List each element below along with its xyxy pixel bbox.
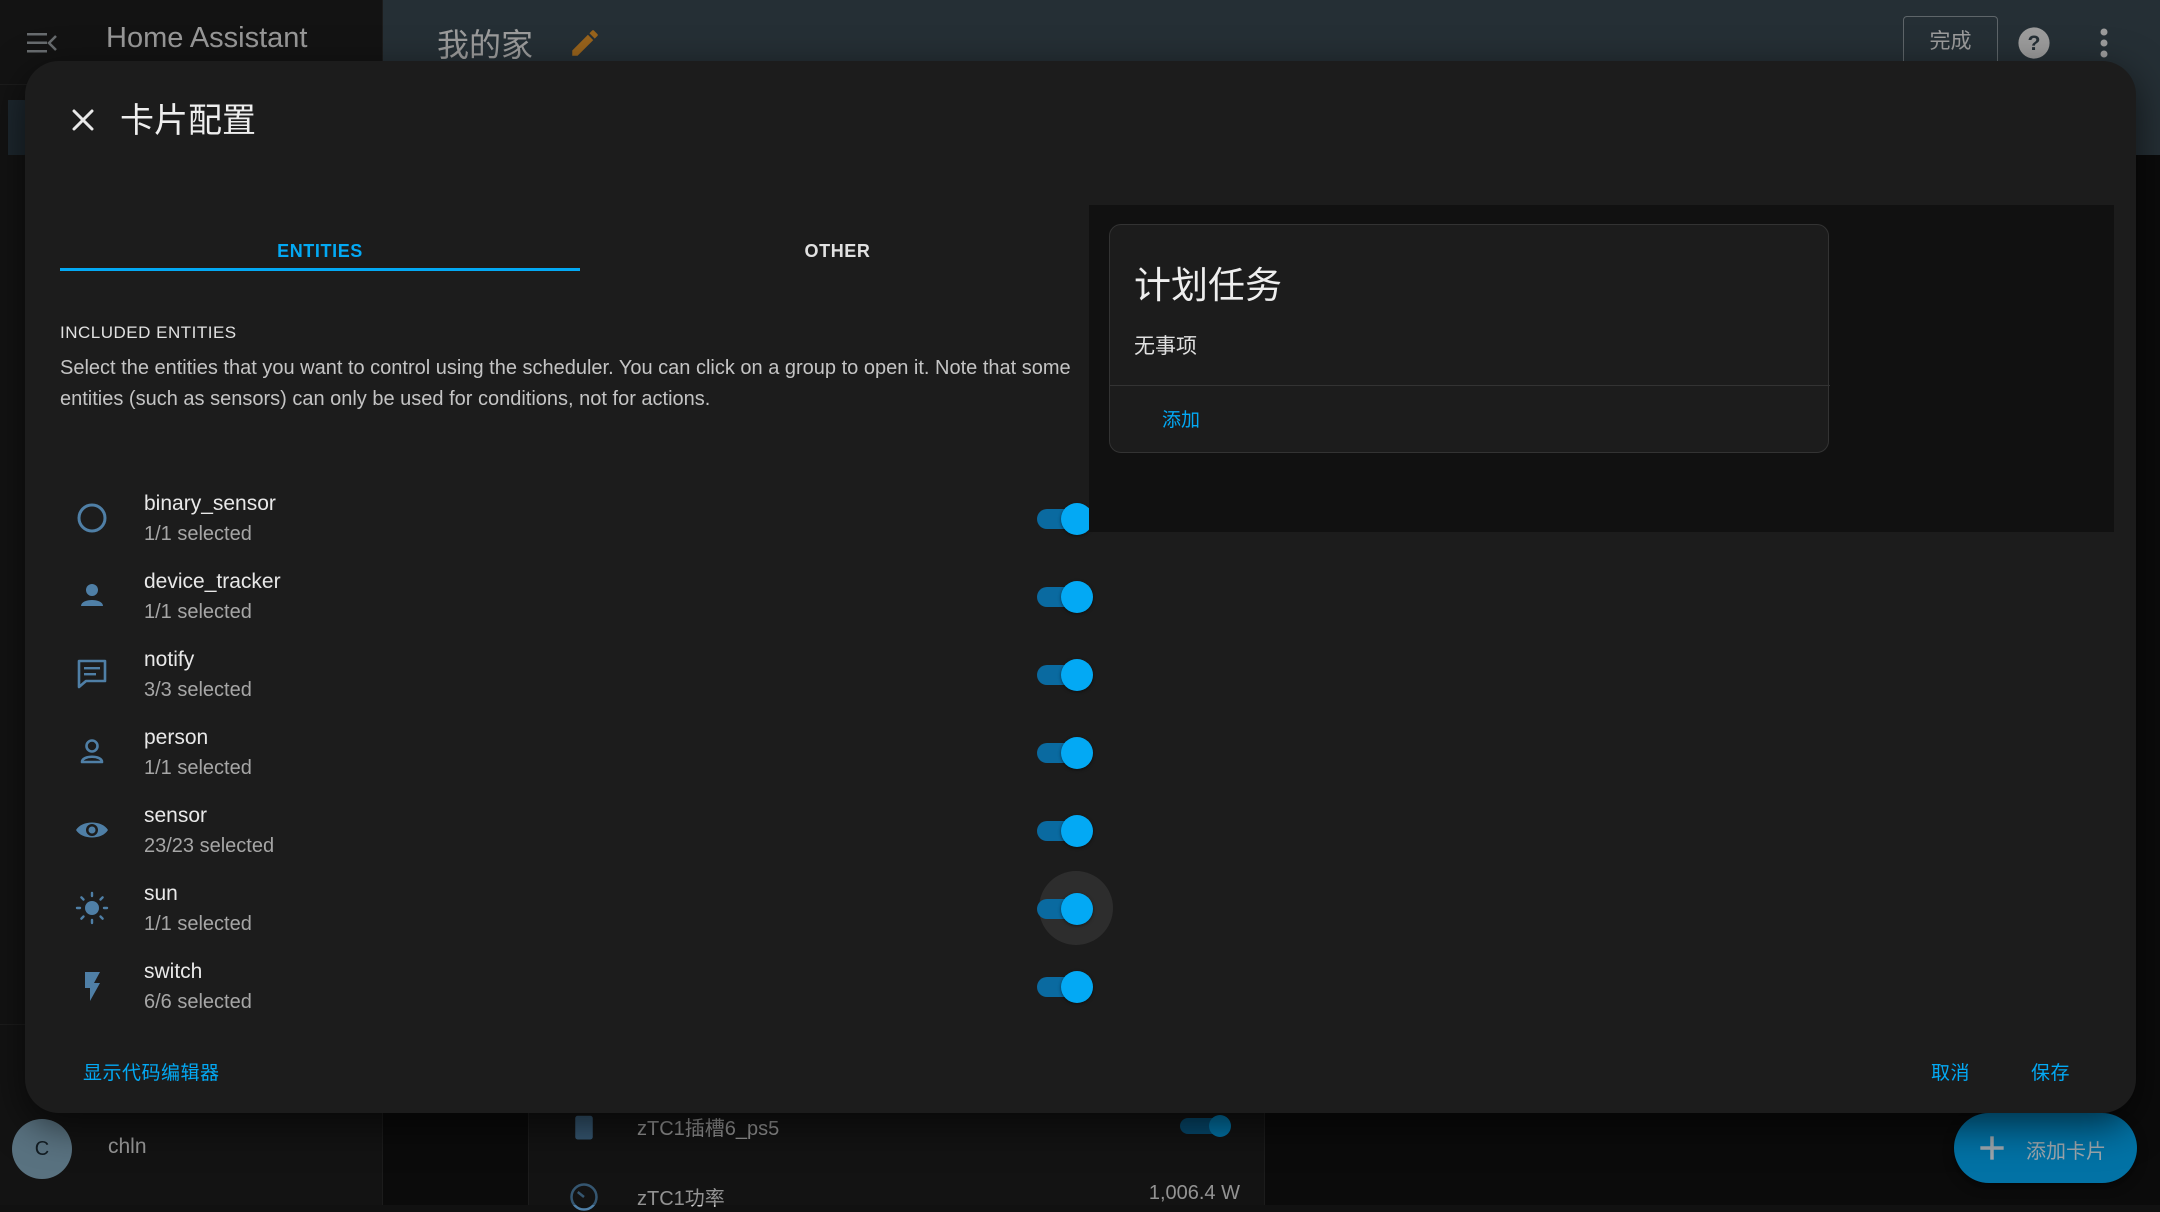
entity-toggle-sensor[interactable] bbox=[1037, 814, 1093, 848]
preview-add-button[interactable]: 添加 bbox=[1162, 405, 1200, 432]
show-code-editor-button[interactable]: 显示代码编辑器 bbox=[83, 1058, 220, 1085]
message-text-icon bbox=[77, 659, 107, 689]
entity-toggle-binary-sensor[interactable] bbox=[1037, 502, 1093, 536]
entity-toggle-sun[interactable] bbox=[1037, 871, 1113, 945]
entity-name: device_tracker bbox=[144, 570, 281, 593]
entity-row-device-tracker[interactable]: device_tracker 1/1 selected bbox=[60, 559, 1100, 637]
entity-name: switch bbox=[144, 960, 203, 983]
entity-name: notify bbox=[144, 648, 195, 671]
entity-name: sun bbox=[144, 882, 178, 905]
tab-entities[interactable]: ENTITIES bbox=[60, 211, 580, 271]
entity-row-switch[interactable]: switch 6/6 selected bbox=[60, 949, 1100, 1027]
toggle-thumb bbox=[1061, 581, 1093, 613]
scheduler-card-preview: 计划任务 无事项 添加 bbox=[1109, 224, 1830, 453]
toggle-thumb bbox=[1061, 737, 1093, 769]
cancel-button[interactable]: 取消 bbox=[1931, 1058, 1970, 1085]
entity-toggle-device-tracker[interactable] bbox=[1037, 580, 1093, 614]
entity-row-notify[interactable]: notify 3/3 selected bbox=[60, 637, 1100, 715]
entity-row-sun[interactable]: sun 1/1 selected bbox=[60, 871, 1113, 949]
entity-count: 23/23 selected bbox=[144, 835, 275, 857]
entity-row-sensor[interactable]: sensor 23/23 selected bbox=[60, 793, 1100, 871]
eye-icon bbox=[76, 822, 108, 838]
entity-name: sensor bbox=[144, 804, 208, 827]
entity-name: binary_sensor bbox=[144, 492, 276, 515]
tab-label: OTHER bbox=[804, 241, 871, 261]
card-config-dialog: 卡片配置 ENTITIES OTHER INCLUDED ENTITIES Se… bbox=[25, 61, 2136, 1113]
toggle-thumb bbox=[1061, 893, 1093, 925]
save-button[interactable]: 保存 bbox=[2031, 1058, 2070, 1085]
entity-toggle-person[interactable] bbox=[1037, 736, 1093, 770]
account-icon bbox=[81, 584, 103, 606]
preview-card-title: 计划任务 bbox=[1134, 265, 1282, 306]
toggle-thumb bbox=[1061, 659, 1093, 691]
preview-divider bbox=[1110, 385, 1830, 386]
tab-other[interactable]: OTHER bbox=[580, 211, 1095, 271]
preview-empty-text: 无事项 bbox=[1134, 335, 1197, 358]
entity-count: 6/6 selected bbox=[144, 991, 252, 1013]
entity-count: 1/1 selected bbox=[144, 523, 252, 545]
entity-list: binary_sensor 1/1 selected device_tracke… bbox=[60, 481, 1113, 1027]
dialog-title: 卡片配置 bbox=[120, 102, 256, 140]
sun-icon bbox=[75, 891, 109, 925]
toggle-thumb bbox=[1061, 815, 1093, 847]
entity-name: person bbox=[144, 726, 209, 749]
entity-count: 1/1 selected bbox=[144, 601, 252, 623]
account-outline-icon bbox=[80, 739, 104, 764]
flash-icon bbox=[85, 972, 100, 1001]
entity-count: 1/1 selected bbox=[144, 913, 252, 935]
card-preview-area: 计划任务 无事项 添加 bbox=[1089, 205, 2114, 532]
entity-count: 1/1 selected bbox=[144, 757, 252, 779]
entity-row-binary-sensor[interactable]: binary_sensor 1/1 selected bbox=[60, 481, 1100, 559]
tab-label: ENTITIES bbox=[277, 241, 363, 261]
entity-row-person[interactable]: person 1/1 selected bbox=[60, 715, 1100, 793]
toggle-thumb bbox=[1061, 971, 1093, 1003]
entity-toggle-switch[interactable] bbox=[1037, 970, 1093, 1004]
section-heading: INCLUDED ENTITIES bbox=[60, 323, 237, 342]
section-description: Select the entities that you want to con… bbox=[60, 357, 1071, 410]
circle-outline-icon bbox=[77, 503, 107, 533]
entity-toggle-notify[interactable] bbox=[1037, 658, 1093, 692]
entity-count: 3/3 selected bbox=[144, 679, 252, 701]
close-icon[interactable] bbox=[61, 98, 105, 142]
